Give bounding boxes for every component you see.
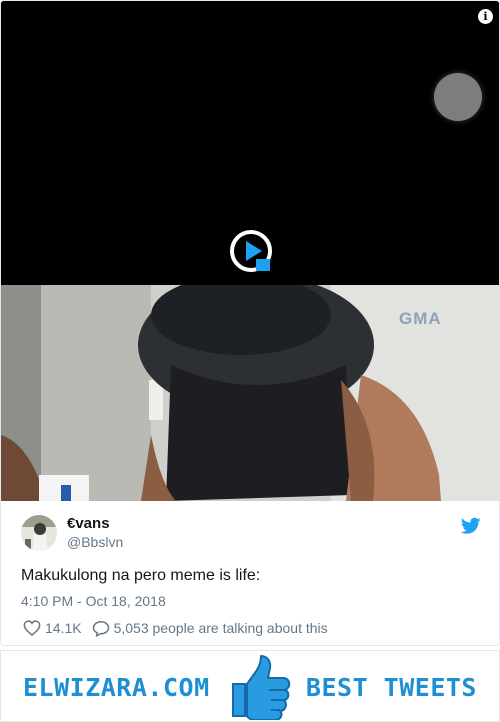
site-banner: ELWIZARA.COM BEST TWEETS bbox=[0, 650, 500, 722]
heart-icon[interactable] bbox=[23, 620, 41, 636]
user-name[interactable]: €vans bbox=[67, 515, 110, 532]
play-accent bbox=[256, 259, 270, 271]
tweet-stats: 14.1K 5,053 people are talking about thi… bbox=[23, 619, 328, 637]
best-tweets-label: BEST TWEETS bbox=[305, 673, 477, 702]
thumbs-up-icon bbox=[232, 655, 291, 720]
talking-count[interactable]: 5,053 people are talking about this bbox=[114, 620, 328, 636]
twitter-bird-icon[interactable] bbox=[461, 517, 481, 535]
avatar[interactable] bbox=[21, 515, 57, 551]
video-watermark: GMA bbox=[399, 309, 442, 328]
video-frame: GMA bbox=[1, 285, 499, 501]
record-icon[interactable] bbox=[434, 73, 482, 121]
user-handle[interactable]: @Bbslvn bbox=[67, 534, 123, 550]
tweet-video[interactable]: GMA i bbox=[1, 1, 499, 501]
avatar-image bbox=[21, 515, 57, 551]
play-icon[interactable] bbox=[230, 230, 272, 272]
like-count[interactable]: 14.1K bbox=[45, 620, 82, 636]
reply-bubble-icon[interactable] bbox=[92, 620, 110, 637]
info-icon[interactable]: i bbox=[478, 9, 493, 24]
tweet-card: GMA i €vans @Bbslvn Makukulong na pero m… bbox=[0, 0, 500, 646]
site-name[interactable]: ELWIZARA.COM bbox=[23, 673, 210, 702]
tweet-timestamp[interactable]: 4:10 PM - Oct 18, 2018 bbox=[21, 593, 166, 609]
tweet-text: Makukulong na pero meme is life: bbox=[21, 567, 261, 584]
play-triangle bbox=[246, 241, 262, 261]
